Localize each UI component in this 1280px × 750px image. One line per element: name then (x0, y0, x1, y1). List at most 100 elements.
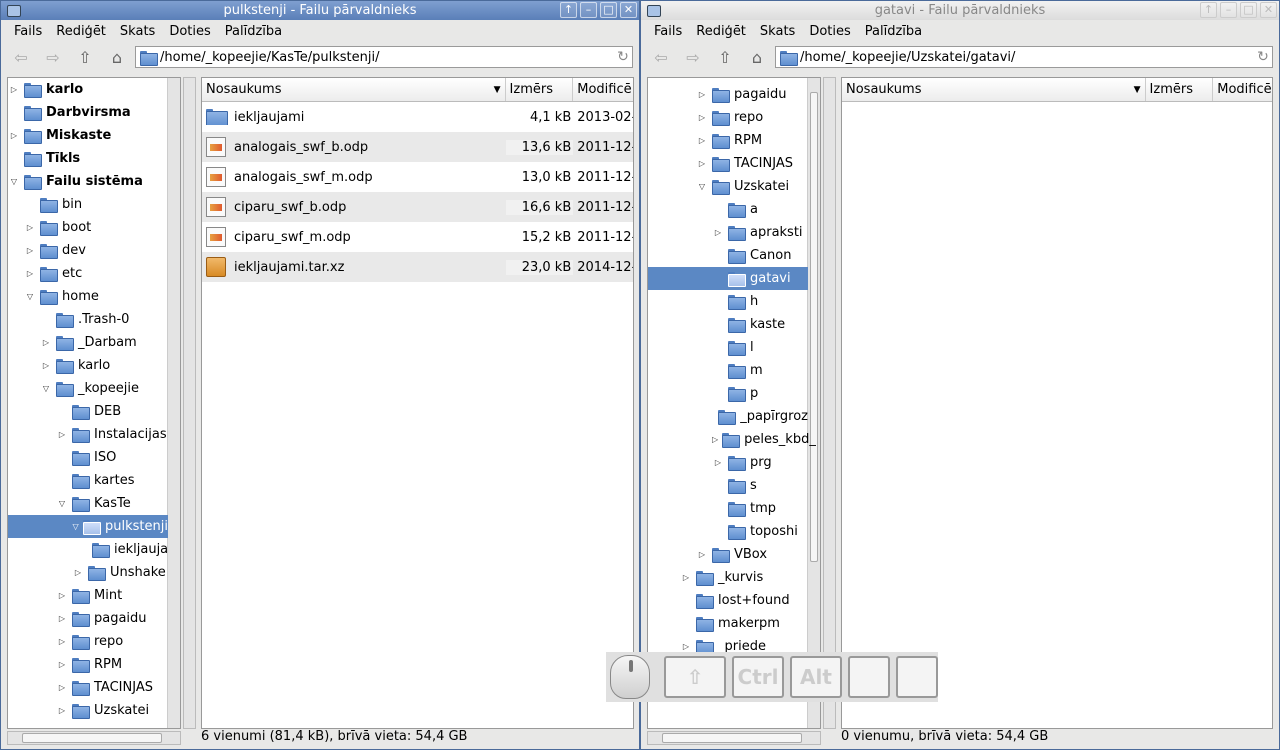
tree-item[interactable]: ▷ peles_kbd_ (648, 428, 816, 451)
menu-skats[interactable]: Skats (753, 24, 802, 39)
column-name[interactable]: Nosaukums ▼ (202, 78, 506, 101)
reload-icon[interactable]: ↻ (1254, 49, 1272, 65)
column-name[interactable]: Nosaukums ▼ (842, 78, 1146, 101)
tree-item[interactable]: ISO (8, 446, 168, 469)
collapsed-arrow-icon[interactable]: ▷ (712, 458, 724, 467)
tree-item[interactable]: ▷ pagaidu (8, 607, 168, 630)
file-row[interactable]: iekljaujami.tar.xz 23,0 kB 2014-12- (202, 252, 633, 282)
right-pane-scrollbar[interactable] (823, 77, 836, 729)
tree-item[interactable]: h (648, 290, 808, 313)
expanded-arrow-icon[interactable]: ▽ (40, 384, 52, 393)
column-size[interactable]: Izmērs (1146, 78, 1214, 101)
tree-item[interactable]: ▷ apraksti (648, 221, 808, 244)
collapsed-arrow-icon[interactable]: ▷ (56, 614, 68, 623)
tree-item[interactable]: ▷ Miskaste (8, 124, 168, 147)
collapsed-arrow-icon[interactable]: ▷ (40, 338, 52, 347)
tree-item[interactable]: ▷ repo (8, 630, 168, 653)
collapsed-arrow-icon[interactable]: ▷ (24, 269, 36, 278)
collapsed-arrow-icon[interactable]: ▷ (40, 361, 52, 370)
up-arrow-icon[interactable]: ⇧ (711, 45, 739, 69)
tree-item[interactable]: ▽ Uzskatei (648, 175, 808, 198)
tree-item[interactable]: ▷ etc (8, 262, 168, 285)
collapsed-arrow-icon[interactable]: ▷ (696, 159, 708, 168)
file-row[interactable]: iekljaujami 4,1 kB 2013-02- (202, 102, 633, 132)
tree-item[interactable]: toposhi (648, 520, 808, 543)
tree-item[interactable]: ▷ dev (8, 239, 168, 262)
menu-doties[interactable]: Doties (802, 24, 857, 39)
menu-rediget[interactable]: Rediģēt (689, 24, 753, 39)
tree-item[interactable]: ▷ TACINJAS (8, 676, 168, 699)
expanded-arrow-icon[interactable]: ▽ (56, 499, 68, 508)
collapsed-arrow-icon[interactable]: ▷ (56, 683, 68, 692)
file-row[interactable]: analogais_swf_b.odp 13,6 kB 2011-12- (202, 132, 633, 162)
tree-item[interactable]: ▷ Instalacijas (8, 423, 168, 446)
collapsed-arrow-icon[interactable]: ▷ (696, 136, 708, 145)
shift-key[interactable]: ⇧ (664, 656, 726, 698)
tree-item[interactable]: gatavi (648, 267, 808, 290)
reload-icon[interactable]: ↻ (614, 49, 632, 65)
tree-item[interactable]: .Trash-0 (8, 308, 168, 331)
minimize-button[interactable]: – (1220, 2, 1237, 18)
super-key[interactable] (848, 656, 890, 698)
tree-item[interactable]: ▷ Uzskatei (8, 699, 168, 722)
tree-item[interactable]: Canon (648, 244, 808, 267)
collapsed-arrow-icon[interactable]: ▷ (712, 228, 724, 237)
collapsed-arrow-icon[interactable]: ▷ (696, 113, 708, 122)
collapsed-arrow-icon[interactable]: ▷ (56, 637, 68, 646)
tree-item[interactable]: ▷ karlo (8, 354, 168, 377)
tree-item[interactable]: Darbvirsma (8, 101, 168, 124)
tree-item[interactable]: DEB (8, 400, 168, 423)
maximize-button[interactable]: □ (600, 2, 617, 18)
menu-palidziba[interactable]: Palīdzība (218, 24, 289, 39)
collapsed-arrow-icon[interactable]: ▷ (8, 85, 20, 94)
expanded-arrow-icon[interactable]: ▽ (8, 177, 20, 186)
up-arrow-icon[interactable]: ⇧ (71, 45, 99, 69)
expanded-arrow-icon[interactable]: ▽ (696, 182, 708, 191)
keep-above-button[interactable]: ↑ (560, 2, 577, 18)
tree-item[interactable]: ▷ pagaidu (648, 83, 808, 106)
collapsed-arrow-icon[interactable]: ▷ (712, 435, 718, 444)
file-list-pane[interactable]: Nosaukums ▼ Izmērs Modificē (841, 77, 1273, 729)
tree-item[interactable]: p (648, 382, 808, 405)
collapsed-arrow-icon[interactable]: ▷ (8, 131, 20, 140)
tree-item[interactable]: _papīrgroz (648, 405, 808, 428)
left-pane-scrollbar[interactable] (183, 77, 196, 729)
tree-item[interactable]: kaste (648, 313, 808, 336)
keep-above-button[interactable]: ↑ (1200, 2, 1217, 18)
tree-item[interactable]: lost+found (648, 589, 808, 612)
mouse-icon[interactable] (610, 655, 650, 699)
tree-item[interactable]: ▽ KasTe (8, 492, 168, 515)
tree-item[interactable]: makerpm (648, 612, 808, 635)
tree-item[interactable]: tmp (648, 497, 808, 520)
tree-item[interactable]: ▷ VBox (648, 543, 808, 566)
collapsed-arrow-icon[interactable]: ▷ (24, 223, 36, 232)
menu-skats[interactable]: Skats (113, 24, 162, 39)
column-size[interactable]: Izmērs (506, 78, 574, 101)
expanded-arrow-icon[interactable]: ▽ (72, 522, 79, 531)
home-icon[interactable]: ⌂ (103, 45, 131, 69)
tree-item[interactable]: ▽ pulkstenji (8, 515, 168, 538)
collapsed-arrow-icon[interactable]: ▷ (56, 706, 68, 715)
location-bar[interactable]: /home/_kopeejie/Uzskatei/gatavi/ ↻ (775, 46, 1273, 68)
tree-item[interactable]: ▷ TACINJAS (648, 152, 808, 175)
maximize-button[interactable]: □ (1240, 2, 1257, 18)
tree-item[interactable]: ▷ boot (8, 216, 168, 239)
menu-fails[interactable]: Fails (647, 24, 689, 39)
collapsed-arrow-icon[interactable]: ▷ (680, 642, 692, 651)
tree-vertical-scrollbar[interactable] (807, 78, 820, 728)
tree-item[interactable]: kartes (8, 469, 168, 492)
menu-doties[interactable]: Doties (162, 24, 217, 39)
minimize-button[interactable]: – (580, 2, 597, 18)
location-bar[interactable]: /home/_kopeejie/KasTe/pulkstenji/ ↻ (135, 46, 633, 68)
collapsed-arrow-icon[interactable]: ▷ (56, 430, 68, 439)
tree-item[interactable]: Tīkls (8, 147, 168, 170)
collapsed-arrow-icon[interactable]: ▷ (72, 568, 84, 577)
column-modified[interactable]: Modificē (573, 78, 633, 101)
tree-item[interactable]: a (648, 198, 808, 221)
tree-item[interactable]: l (648, 336, 808, 359)
alt-key[interactable]: Alt (790, 656, 842, 698)
tree-item[interactable]: ▽ Failu sistēma (8, 170, 168, 193)
tree-vertical-scrollbar[interactable] (167, 78, 180, 728)
menu-rediget[interactable]: Rediģēt (49, 24, 113, 39)
collapsed-arrow-icon[interactable]: ▷ (696, 90, 708, 99)
